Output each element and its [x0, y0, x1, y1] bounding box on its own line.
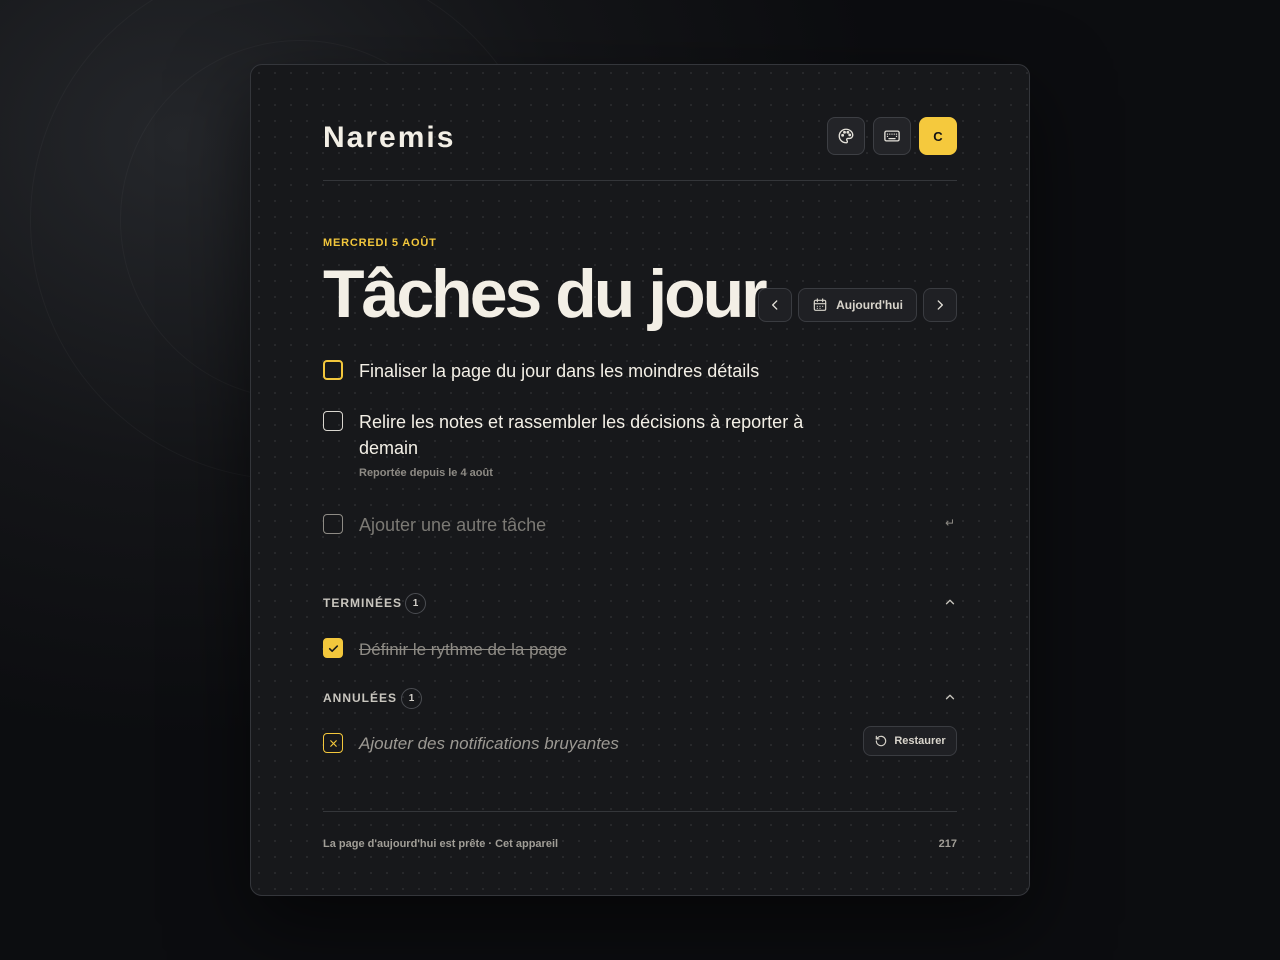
chevron-left-icon	[772, 300, 778, 310]
task-text[interactable]: Finaliser la page du jour dans les moind…	[359, 358, 839, 384]
user-avatar[interactable]: C	[919, 117, 957, 155]
today-label: Aujourd'hui	[836, 298, 903, 312]
new-task-input[interactable]: Ajouter une autre tâche	[359, 512, 546, 538]
app-header: Naremis C	[323, 117, 957, 181]
date-navigation: Aujourd'hui	[758, 288, 957, 322]
cancelled-count-badge: 1	[401, 688, 422, 709]
keyboard-icon	[884, 130, 900, 142]
palette-icon	[838, 128, 854, 144]
cross-icon	[329, 739, 337, 747]
theme-button[interactable]	[827, 117, 865, 155]
restore-label: Restaurer	[894, 735, 946, 747]
current-date: MERCREDI 5 AOÛT	[323, 237, 437, 249]
task-checkbox[interactable]	[323, 411, 343, 431]
day-page-card: Naremis C MERCREDI 5 AOÛT Tâches du jour…	[250, 64, 1030, 896]
enter-key-icon: ↵	[944, 516, 955, 530]
chevron-right-icon	[937, 300, 943, 310]
completed-task-text[interactable]: Définir le rythme de la page	[359, 637, 567, 663]
chevron-up-icon[interactable]	[943, 690, 957, 704]
next-day-button[interactable]	[923, 288, 957, 322]
completed-count-badge: 1	[405, 593, 426, 614]
chevron-up-icon[interactable]	[943, 595, 957, 609]
restore-icon	[876, 735, 887, 747]
previous-day-button[interactable]	[758, 288, 792, 322]
cancelled-section-title: ANNULÉES	[323, 691, 398, 705]
today-button[interactable]: Aujourd'hui	[798, 288, 917, 322]
footer-counter: 217	[938, 838, 957, 850]
restore-button[interactable]: Restaurer	[863, 726, 957, 756]
shortcuts-button[interactable]	[873, 117, 911, 155]
task-checkbox-checked[interactable]	[323, 638, 343, 658]
app-brand: Naremis	[323, 121, 456, 154]
calendar-icon	[813, 298, 827, 311]
cancelled-section-header[interactable]: ANNULÉES 1	[323, 688, 957, 710]
completed-section-title: TERMINÉES	[323, 596, 403, 610]
task-postponed-note: Reportée depuis le 4 août	[359, 467, 493, 479]
completed-section-header[interactable]: TERMINÉES 1	[323, 593, 957, 615]
task-text[interactable]: Relire les notes et rassembler les décis…	[359, 409, 829, 461]
task-checkbox[interactable]	[323, 360, 343, 380]
footer-status: La page d'aujourd'hui est prête · Cet ap…	[323, 838, 559, 850]
cancelled-task-text[interactable]: Ajouter des notifications bruyantes	[359, 731, 619, 757]
task-checkbox-cancelled[interactable]	[323, 733, 343, 753]
footer-divider	[323, 811, 957, 812]
new-task-checkbox	[323, 514, 343, 534]
check-icon	[328, 644, 338, 652]
